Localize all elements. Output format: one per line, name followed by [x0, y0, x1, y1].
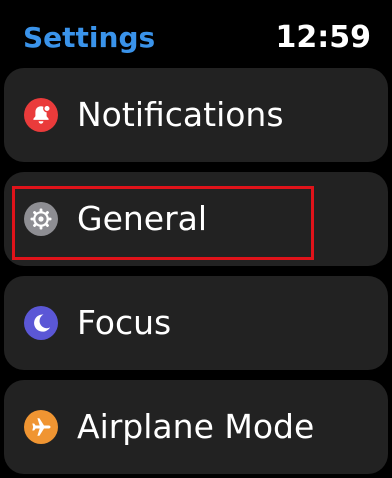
moon-icon	[24, 306, 58, 340]
bell-icon	[24, 98, 58, 132]
settings-item-general[interactable]: General	[4, 172, 388, 266]
settings-item-label: Focus	[77, 303, 172, 342]
gear-icon	[24, 202, 58, 236]
settings-item-focus[interactable]: Focus	[4, 276, 388, 370]
airplane-icon	[24, 410, 58, 444]
settings-list: Notifications General Focus Airplane Mod…	[0, 0, 392, 478]
settings-item-label: General	[77, 199, 208, 238]
settings-item-label: Notifications	[77, 95, 284, 134]
settings-item-notifications[interactable]: Notifications	[4, 68, 388, 162]
settings-item-label: Airplane Mode	[77, 407, 315, 446]
settings-item-airplane-mode[interactable]: Airplane Mode	[4, 380, 388, 474]
